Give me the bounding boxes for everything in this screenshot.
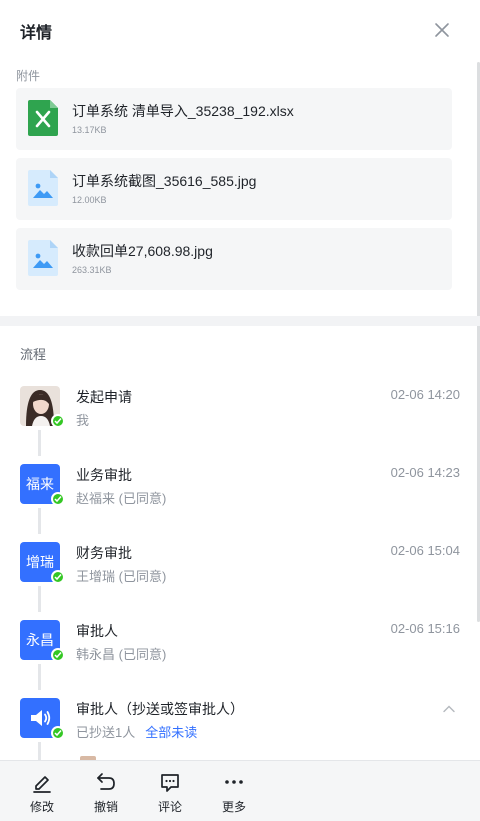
cc-count: 已抄送1人	[76, 725, 136, 740]
step-subtitle: 王增瑞 (已同意)	[76, 569, 167, 584]
step-title: 审批人（抄送或签审批人）	[76, 701, 244, 717]
edit-label: 修改	[29, 800, 54, 814]
step-subtitle: 已抄送1人 全部未读	[76, 722, 197, 741]
flow-step: 发起申请 我 02-06 14:20	[20, 386, 460, 446]
more-icon	[225, 780, 243, 784]
chevron-up-icon[interactable]	[442, 702, 456, 716]
flow-step: 永昌 审批人 韩永昌 (已同意) 02-06 15:16	[20, 620, 460, 680]
approved-check-icon	[51, 492, 65, 506]
step-subtitle: 我	[76, 413, 90, 428]
attachment-item[interactable]: 订单系统 清单导入_35238_192.xlsx 13.17KB	[16, 88, 452, 150]
more-button[interactable]: 更多	[212, 761, 256, 821]
step-subtitle: 赵福来 (已同意)	[76, 491, 167, 506]
undo-icon	[97, 773, 115, 790]
flow-step-cc: 审批人（抄送或签审批人） 已抄送1人 全部未读	[20, 698, 460, 758]
step-subtitle: 韩永昌 (已同意)	[76, 647, 167, 662]
comment-button[interactable]: 评论	[148, 761, 192, 821]
step-time: 02-06 15:04	[390, 543, 460, 558]
approved-check-icon	[51, 570, 65, 584]
attachment-size: 263.31KB	[72, 265, 112, 275]
attachment-name: 收款回单27,608.98.jpg	[72, 243, 213, 259]
step-time: 02-06 15:16	[390, 621, 460, 636]
section-divider	[0, 316, 480, 326]
image-file-icon	[28, 170, 58, 206]
attachments-label: 附件	[16, 69, 41, 83]
attachment-item[interactable]: 收款回单27,608.98.jpg 263.31KB	[16, 228, 452, 290]
page-title: 详情	[20, 25, 53, 42]
step-time: 02-06 14:20	[390, 387, 460, 402]
header: 详情	[0, 0, 480, 62]
flow-step: 福来 业务审批 赵福来 (已同意) 02-06 14:23	[20, 464, 460, 524]
image-file-icon	[28, 240, 58, 276]
more-label: 更多	[221, 800, 246, 814]
excel-file-icon	[28, 100, 58, 136]
revoke-button[interactable]: 撤销	[84, 761, 128, 821]
all-unread-link[interactable]: 全部未读	[145, 725, 197, 740]
bottom-action-bar: 修改 撤销 评论 更多	[0, 760, 480, 821]
pencil-icon	[33, 776, 51, 793]
close-icon[interactable]	[432, 20, 452, 40]
revoke-label: 撤销	[93, 800, 118, 814]
attachment-size: 12.00KB	[72, 195, 107, 205]
flow-step: 增瑞 财务审批 王增瑞 (已同意) 02-06 15:04	[20, 542, 460, 602]
attachment-name: 订单系统截图_35616_585.jpg	[72, 173, 257, 189]
comment-icon	[161, 774, 179, 792]
attachment-size: 13.17KB	[72, 125, 107, 135]
step-title: 财务审批	[76, 545, 132, 561]
approved-check-icon	[51, 726, 65, 740]
attachment-name: 订单系统 清单导入_35238_192.xlsx	[72, 103, 294, 119]
attachment-item[interactable]: 订单系统截图_35616_585.jpg 12.00KB	[16, 158, 452, 220]
step-title: 发起申请	[76, 389, 132, 405]
flow-label: 流程	[20, 347, 47, 362]
edit-button[interactable]: 修改	[20, 761, 64, 821]
approved-check-icon	[51, 414, 65, 428]
step-title: 审批人	[76, 623, 118, 639]
comment-label: 评论	[157, 800, 182, 814]
step-time: 02-06 14:23	[390, 465, 460, 480]
megaphone-icon	[31, 710, 51, 726]
approved-check-icon	[51, 648, 65, 662]
step-title: 业务审批	[76, 467, 132, 483]
